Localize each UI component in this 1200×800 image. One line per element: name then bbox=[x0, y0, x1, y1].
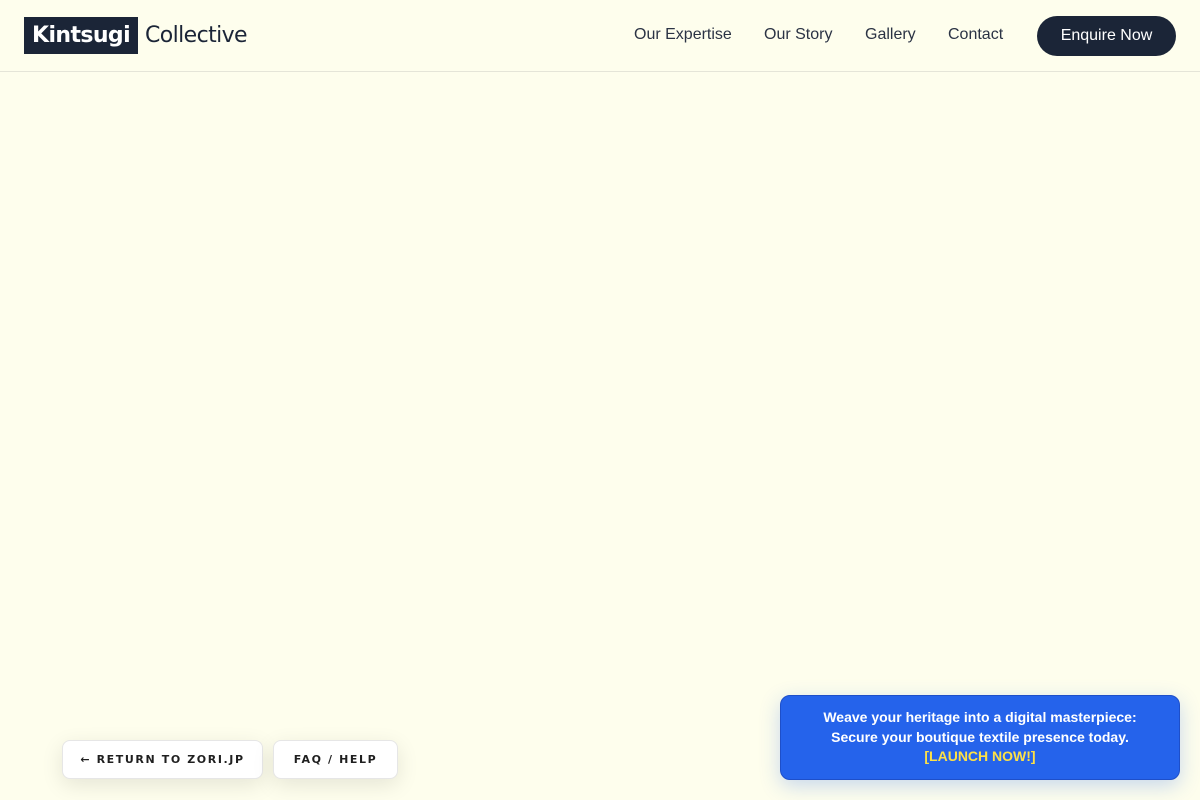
site-header: Kintsugi Collective Our Expertise Our St… bbox=[0, 0, 1200, 72]
nav-link-our-story[interactable]: Our Story bbox=[764, 26, 832, 44]
promo-banner[interactable]: Weave your heritage into a digital maste… bbox=[780, 695, 1180, 780]
logo-word: Collective bbox=[145, 23, 248, 48]
logo-boxed-word: Kintsugi bbox=[24, 17, 139, 54]
nav-link-our-expertise[interactable]: Our Expertise bbox=[634, 26, 732, 44]
brand-logo[interactable]: Kintsugi Collective bbox=[24, 17, 248, 54]
nav-link-contact[interactable]: Contact bbox=[948, 26, 1003, 44]
promo-line-1: Weave your heritage into a digital maste… bbox=[823, 709, 1137, 725]
nav-link-gallery[interactable]: Gallery bbox=[865, 26, 916, 44]
promo-launch-link[interactable]: [LAUNCH NOW!] bbox=[781, 747, 1179, 767]
return-to-site-button[interactable]: ← RETURN TO ZORI.JP bbox=[62, 740, 263, 779]
faq-help-button[interactable]: FAQ / HELP bbox=[273, 740, 398, 779]
enquire-now-button[interactable]: Enquire Now bbox=[1037, 16, 1176, 56]
promo-line-2: Secure your boutique textile presence to… bbox=[831, 728, 1129, 745]
